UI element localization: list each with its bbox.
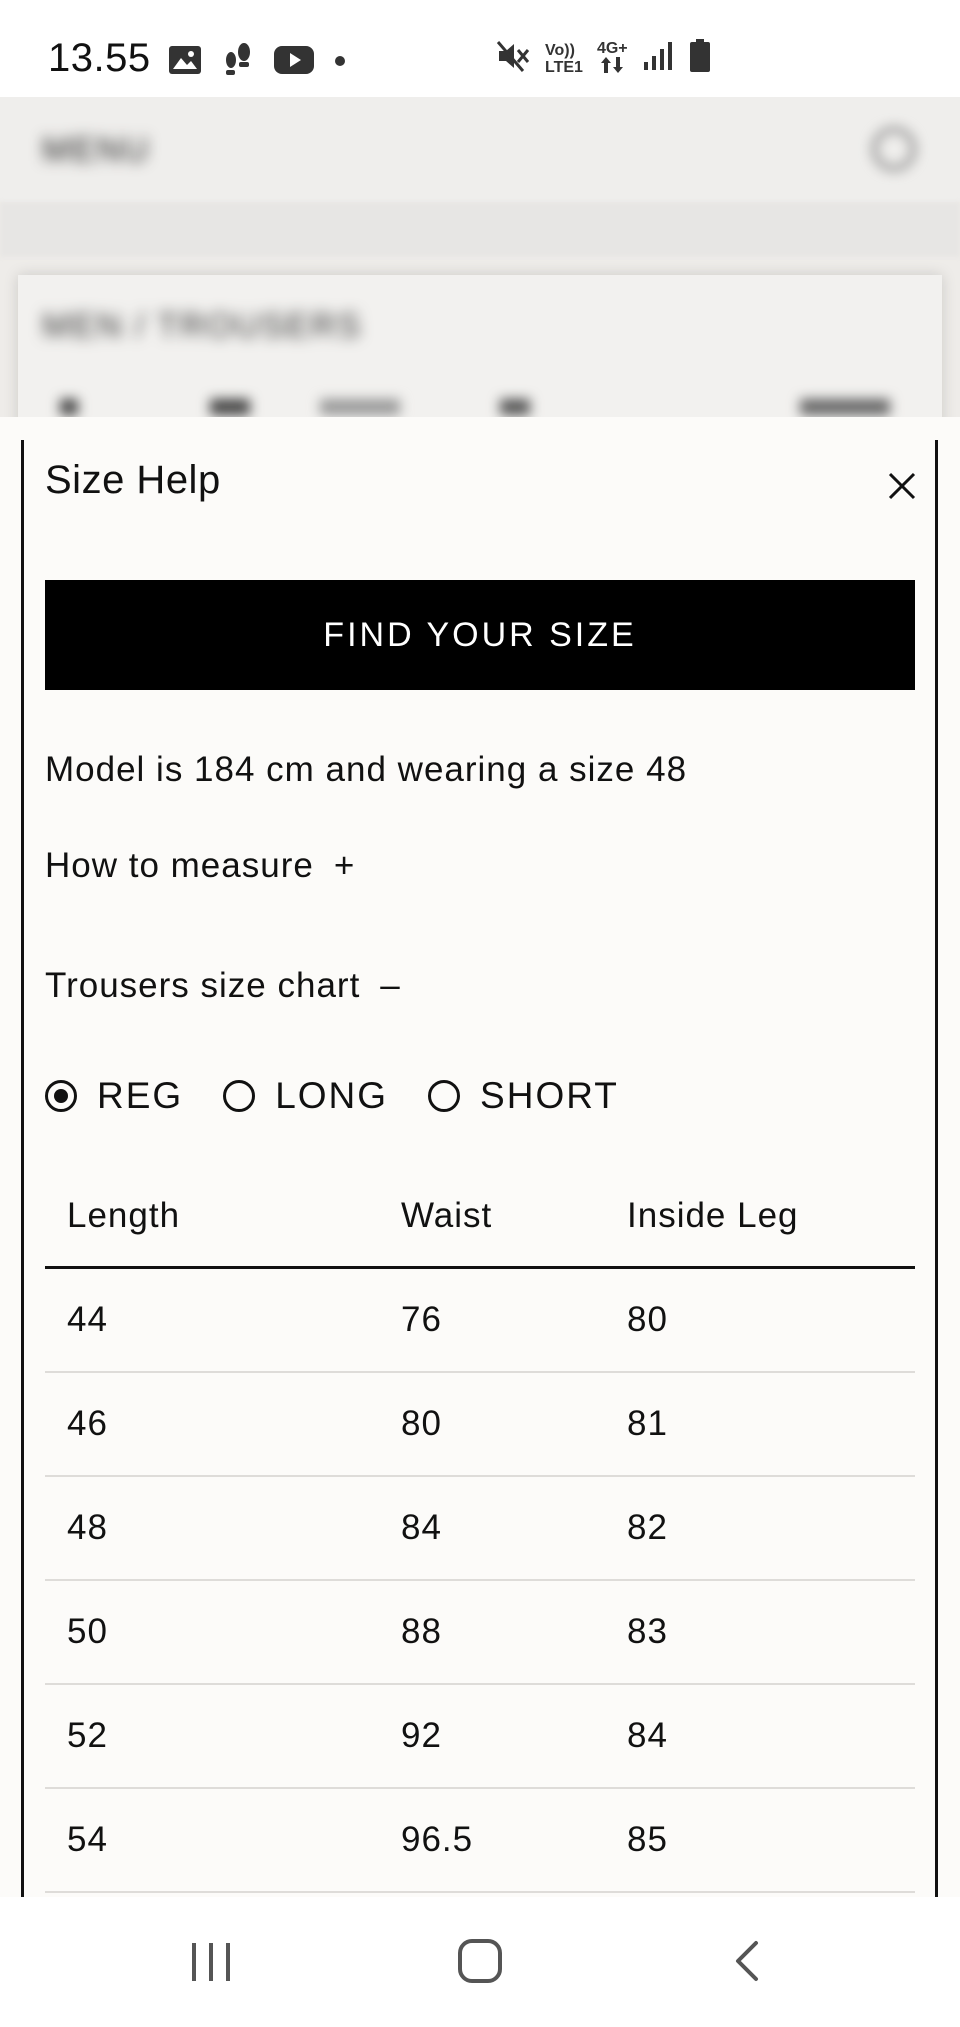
table-row: 52 92 84 <box>45 1685 915 1789</box>
dot-icon <box>334 54 346 72</box>
cell-inside-leg: 85 <box>627 1820 668 1859</box>
model-info: Model is 184 cm and wearing a size 48 <box>45 750 688 789</box>
cell-length: 54 <box>67 1820 108 1859</box>
table-row: 54 96.5 85 <box>45 1789 915 1893</box>
recents-button[interactable] <box>186 1939 236 1985</box>
status-right-icons: Vo)) LTE1 4G+ <box>495 38 712 79</box>
table-row: 46 80 81 <box>45 1373 915 1477</box>
youtube-icon <box>274 46 314 79</box>
background-page: MENU MEN / TROUSERS <box>0 97 960 417</box>
cell-length: 48 <box>67 1508 108 1547</box>
status-bar: 13.55 Vo)) LTE1 4G+ <box>0 0 960 97</box>
cell-waist: 84 <box>401 1508 442 1547</box>
cell-inside-leg: 82 <box>627 1508 668 1547</box>
table-row: 44 76 80 <box>45 1269 915 1373</box>
cell-inside-leg: 84 <box>627 1716 668 1755</box>
radio-unselected-icon <box>428 1080 461 1112</box>
fit-option-long[interactable]: LONG <box>223 1075 388 1117</box>
radio-unselected-icon <box>223 1080 256 1112</box>
mute-icon <box>495 38 531 79</box>
background-strip <box>0 202 960 257</box>
cell-waist: 76 <box>401 1300 442 1339</box>
find-your-size-button[interactable]: FIND YOUR SIZE <box>45 580 915 690</box>
cell-length: 52 <box>67 1716 108 1755</box>
background-breadcrumb: MEN / TROUSERS <box>42 307 363 345</box>
header-inside-leg: Inside Leg <box>627 1195 799 1235</box>
steps-icon <box>222 42 254 83</box>
cell-length: 46 <box>67 1404 108 1443</box>
cell-length: 44 <box>67 1300 108 1339</box>
signal-icon <box>642 40 674 77</box>
how-to-measure-label: How to measure <box>45 846 314 885</box>
cell-waist: 96.5 <box>401 1820 474 1859</box>
size-table: Length Waist Inside Leg 44 76 80 46 80 8… <box>45 1165 915 1893</box>
recents-icon <box>186 1943 236 1989</box>
volte-icon: Vo)) LTE1 <box>545 42 583 76</box>
cell-waist: 80 <box>401 1404 442 1443</box>
status-time: 13.55 <box>48 36 151 80</box>
fit-option-label: REG <box>97 1075 184 1116</box>
back-button[interactable] <box>730 1937 764 1985</box>
table-row: 50 88 83 <box>45 1581 915 1685</box>
cell-inside-leg: 83 <box>627 1612 668 1651</box>
radio-selected-icon <box>45 1080 77 1112</box>
table-header: Length Waist Inside Leg <box>45 1165 915 1269</box>
navigation-bar <box>0 1897 960 2027</box>
cell-inside-leg: 81 <box>627 1404 668 1443</box>
plus-icon: + <box>333 846 356 885</box>
background-menu-label: MENU <box>42 131 151 169</box>
fit-options: REG LONG SHORT <box>45 1075 619 1117</box>
close-button[interactable] <box>882 466 922 506</box>
network-label: 4G+ <box>596 40 628 57</box>
fit-option-reg[interactable]: REG <box>45 1075 183 1117</box>
cell-waist: 88 <box>401 1612 442 1651</box>
search-icon <box>872 127 916 171</box>
how-to-measure-toggle[interactable]: How to measure + <box>45 846 355 886</box>
sheet-border-left <box>21 440 24 1897</box>
header-length: Length <box>67 1195 181 1235</box>
size-chart-label: Trousers size chart <box>45 966 361 1005</box>
battery-icon <box>688 39 712 78</box>
cell-inside-leg: 80 <box>627 1300 668 1339</box>
cell-waist: 92 <box>401 1716 442 1755</box>
fit-option-label: SHORT <box>480 1075 619 1116</box>
close-icon <box>882 472 922 510</box>
status-left-icons <box>168 42 346 83</box>
home-icon <box>456 1939 504 1989</box>
table-row: 48 84 82 <box>45 1477 915 1581</box>
fit-option-label: LONG <box>275 1075 389 1116</box>
header-waist: Waist <box>401 1195 493 1235</box>
back-icon <box>730 1941 764 1989</box>
arrows-icon <box>600 57 624 77</box>
minus-icon: – <box>380 966 401 1005</box>
volte-bottom-text: LTE1 <box>545 58 583 76</box>
fit-option-short[interactable]: SHORT <box>428 1075 619 1117</box>
background-blurred-content <box>60 399 890 415</box>
network-4g-icon: 4G+ <box>597 40 628 77</box>
sheet-title: Size Help <box>45 458 221 502</box>
volte-top-text: Vo)) <box>545 41 575 59</box>
cell-length: 50 <box>67 1612 108 1651</box>
gallery-icon <box>168 45 202 80</box>
size-chart-toggle[interactable]: Trousers size chart – <box>45 966 401 1006</box>
background-card <box>18 275 942 417</box>
home-button[interactable] <box>456 1937 504 1985</box>
sheet-border-right <box>935 440 938 1897</box>
